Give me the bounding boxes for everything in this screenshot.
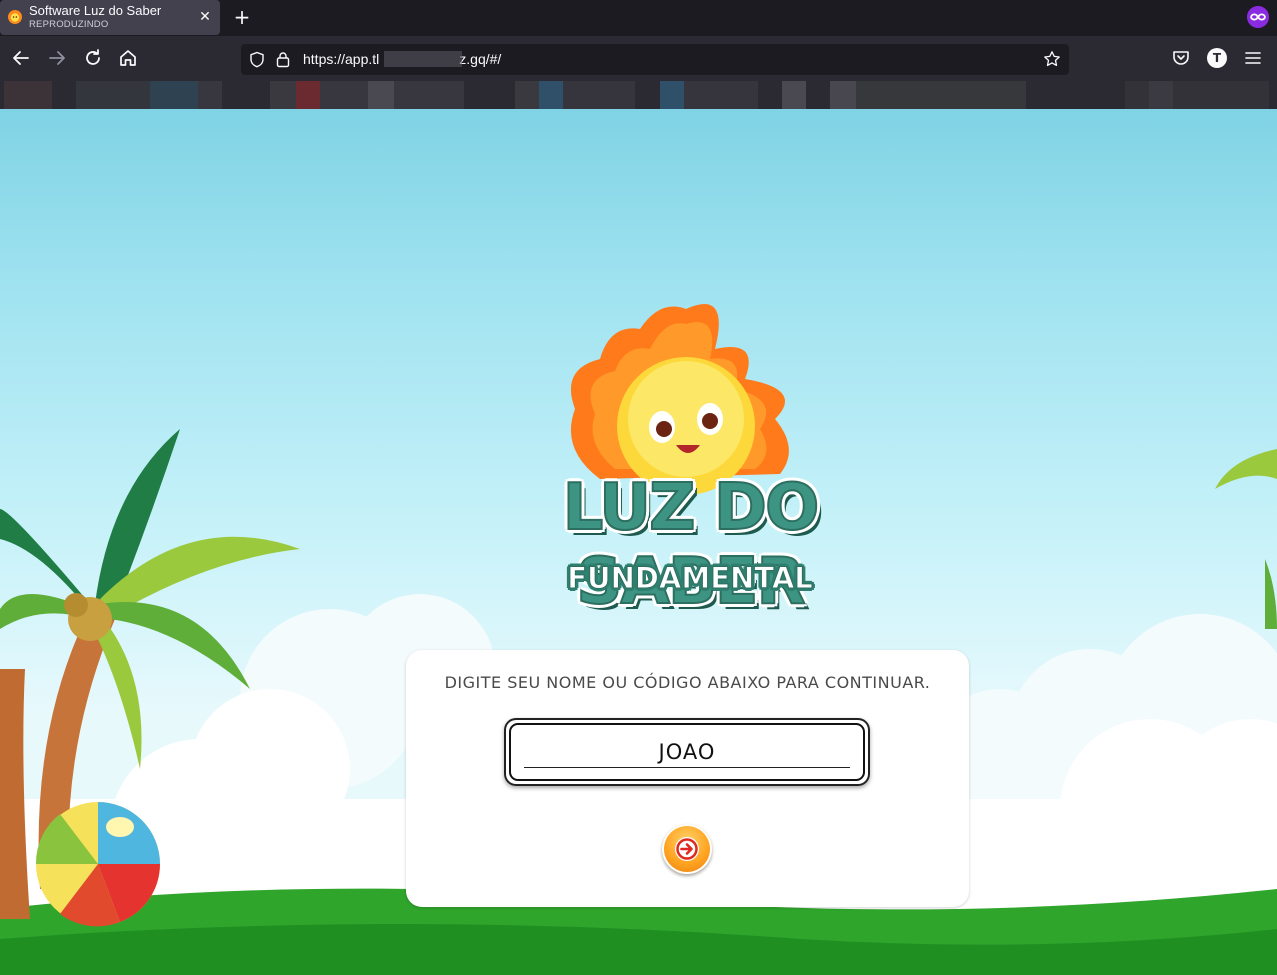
tab-strip: Software Luz do Saber REPRODUZINDO ✕ + (0, 0, 1277, 36)
bookmark-item[interactable] (1149, 81, 1173, 109)
tab-title: Software Luz do Saber (29, 3, 162, 18)
account-icon[interactable]: T (1207, 48, 1227, 68)
home-icon[interactable] (117, 47, 139, 69)
navigation-toolbar: https://app.tl z.gq/#/ T (0, 36, 1277, 81)
url-bar[interactable]: https://app.tl z.gq/#/ (241, 44, 1069, 75)
bookmark-item[interactable] (660, 81, 684, 109)
bookmark-item[interactable] (76, 81, 150, 109)
bookmark-item[interactable] (539, 81, 563, 109)
bookmark-item[interactable] (1173, 81, 1269, 109)
login-prompt: DIGITE SEU NOME OU CÓDIGO ABAIXO PARA CO… (444, 673, 931, 692)
url-suffix: z.gq/#/ (459, 51, 502, 67)
bookmark-item[interactable] (563, 81, 635, 109)
private-browsing-icon (1247, 6, 1269, 28)
plus-icon[interactable]: + (232, 7, 252, 27)
bookmark-item[interactable] (515, 81, 539, 109)
bookmark-item[interactable] (320, 81, 368, 109)
logo-subtitle: FUNDAMENTAL (567, 561, 814, 596)
bookmark-item[interactable] (270, 81, 296, 109)
logo-title: LUZ DO SABER (562, 470, 821, 620)
app-page: LUZ DO SABER FUNDAMENTAL DIGITE SEU NOME… (0, 109, 1277, 975)
bookmark-item[interactable] (856, 81, 1026, 109)
bookmark-item[interactable] (4, 81, 52, 109)
bookmarks-toolbar (0, 81, 1277, 109)
bookmark-item[interactable] (296, 81, 320, 109)
close-icon[interactable]: ✕ (197, 9, 213, 25)
menu-icon[interactable] (1243, 48, 1263, 68)
beach-ball-illustration (35, 802, 160, 927)
bookmark-item[interactable] (830, 81, 856, 109)
bookmark-item[interactable] (368, 81, 394, 109)
name-input[interactable] (524, 736, 850, 768)
arrow-right-circle-icon (675, 837, 699, 861)
name-field-border (509, 723, 865, 781)
reload-icon[interactable] (82, 47, 104, 69)
bookmark-item[interactable] (198, 81, 222, 109)
continue-button[interactable] (662, 824, 712, 874)
bookmark-item[interactable] (1125, 81, 1149, 109)
forward-arrow-icon[interactable] (46, 47, 68, 69)
pocket-icon[interactable] (1171, 48, 1191, 68)
url-prefix: https://app.tl (303, 51, 380, 67)
login-card: DIGITE SEU NOME OU CÓDIGO ABAIXO PARA CO… (406, 650, 969, 907)
bookmark-item[interactable] (150, 81, 198, 109)
redacted-url-segment (384, 51, 462, 67)
bookmark-item[interactable] (684, 81, 758, 109)
star-bookmark-icon[interactable] (1043, 50, 1061, 68)
name-field-frame (504, 718, 870, 786)
shield-icon[interactable] (249, 51, 265, 68)
lock-icon[interactable] (276, 51, 290, 68)
back-arrow-icon[interactable] (10, 47, 32, 69)
active-tab[interactable]: Software Luz do Saber REPRODUZINDO ✕ (0, 0, 220, 35)
sun-favicon-icon (8, 10, 22, 24)
bookmark-item[interactable] (782, 81, 806, 109)
bookmark-item[interactable] (394, 81, 464, 109)
tab-playing-label: REPRODUZINDO (29, 19, 109, 30)
sun-mascot-logo (570, 304, 789, 495)
